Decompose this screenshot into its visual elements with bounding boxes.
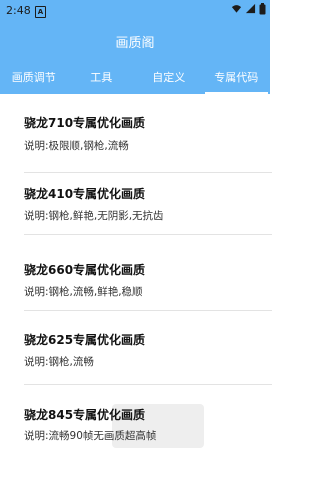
item-desc: 说明:钢枪,流畅 — [24, 356, 94, 368]
item-desc: 说明:钢枪,鲜艳,无阴影,无抗齿 — [24, 210, 164, 222]
item-desc: 说明:极限顺,钢枪,流畅 — [24, 140, 129, 152]
tab-exclusive-code[interactable]: 专属代码 — [203, 60, 271, 94]
tab-tools[interactable]: 工具 — [68, 60, 136, 94]
divider — [24, 172, 272, 173]
item-title: 骁龙625专属优化画质 — [24, 333, 146, 347]
divider — [24, 234, 272, 235]
page-title: 画质阁 — [115, 35, 155, 51]
tab-custom[interactable]: 自定义 — [135, 60, 203, 94]
notification-badge-icon: A — [35, 6, 46, 18]
status-bar: 2:48 A — [0, 0, 270, 22]
wifi-icon — [231, 5, 242, 13]
system-icons — [231, 3, 266, 15]
signal-icon — [245, 3, 256, 14]
list-item[interactable]: 骁龙660专属优化画质 说明:钢枪,流畅,鲜艳,稳顺 — [0, 258, 272, 318]
divider — [24, 384, 272, 385]
app-bar: 画质阁 — [0, 22, 270, 60]
tab-bar: 画质调节 工具 自定义 专属代码 — [0, 60, 270, 94]
item-title: 骁龙410专属优化画质 — [24, 187, 146, 201]
item-desc: 说明:钢枪,流畅,鲜艳,稳顺 — [24, 286, 143, 298]
list-item[interactable]: 骁龙625专属优化画质 说明:钢枪,流畅 — [0, 328, 272, 388]
divider — [24, 310, 272, 311]
list-item[interactable]: 骁龙710专属优化画质 说明:极限顺,钢枪,流畅 — [0, 108, 272, 173]
battery-icon — [259, 3, 266, 15]
status-time: 2:48 — [6, 4, 31, 17]
item-title: 骁龙710专属优化画质 — [24, 116, 146, 130]
toast-overlay — [112, 404, 204, 448]
list-item[interactable]: 骁龙410专属优化画质 说明:钢枪,鲜艳,无阴影,无抗齿 — [0, 182, 272, 242]
item-title: 骁龙660专属优化画质 — [24, 263, 146, 277]
tab-quality-adjust[interactable]: 画质调节 — [0, 60, 68, 94]
